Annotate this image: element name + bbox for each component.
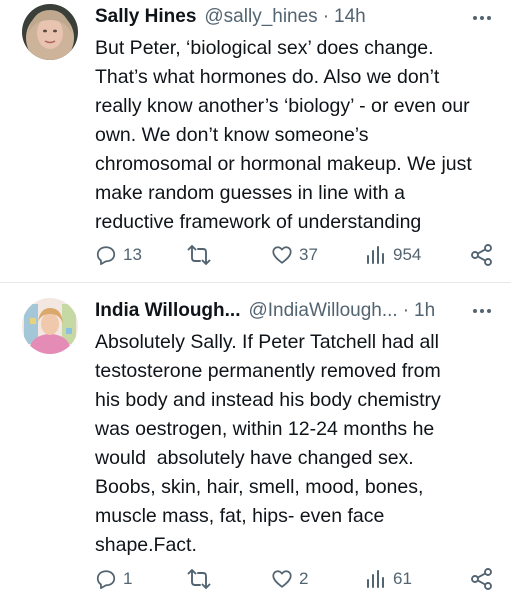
retweet-icon: [187, 245, 211, 265]
text-line: chromosomal or hormonal makeup. We just: [95, 153, 472, 175]
text-line: But Peter, ‘biological sex’ does change.: [95, 37, 434, 59]
more-options-button[interactable]: [471, 7, 493, 29]
text-line: would absolutely have changed sex.: [95, 447, 414, 469]
retweet-button[interactable]: [187, 242, 217, 268]
text-line: make random guesses in line with a: [95, 182, 405, 204]
more-dots-icon: [473, 16, 491, 20]
views-button[interactable]: 954: [365, 242, 421, 268]
text-line: shape.Fact.: [95, 534, 197, 556]
views-button[interactable]: 61: [365, 566, 412, 592]
reply-bubble-icon: [96, 246, 116, 266]
tweet-actions: 1 2 61: [0, 566, 511, 592]
like-button[interactable]: 37: [271, 242, 318, 268]
text-line: testosterone permanently removed from: [95, 360, 441, 382]
views-chart-icon: [367, 570, 384, 588]
heart-icon: [272, 246, 292, 264]
text-line: was oestrogen, within 12-24 months he: [95, 418, 435, 440]
text-line: Absolutely Sally. If Peter Tatchell had …: [95, 331, 439, 353]
views-count: 954: [393, 245, 422, 264]
views-count: 61: [393, 569, 412, 588]
like-count: 37: [299, 245, 318, 264]
reply-count: 1: [123, 569, 133, 588]
retweet-button[interactable]: [187, 566, 217, 592]
retweet-icon: [187, 569, 211, 589]
text-line: muscle mass, fat, hips- even face: [95, 505, 385, 527]
tweet-text: But Peter, ‘biological sex’ does change.…: [95, 34, 495, 237]
tweet-header: India Willough... @IndiaWillough... · 1h: [95, 298, 435, 324]
text-line: own. We don’t know someone’s: [95, 124, 369, 146]
share-button[interactable]: [470, 566, 494, 592]
share-button[interactable]: [470, 242, 494, 268]
avatar[interactable]: [22, 4, 78, 60]
views-chart-icon: [367, 246, 384, 264]
reply-button[interactable]: 13: [95, 242, 142, 268]
heart-icon: [272, 570, 292, 588]
separator-dot: ·: [402, 300, 410, 321]
text-line: really know another’s ‘biology’ - or eve…: [95, 95, 470, 117]
text-line: his body and instead his body chemistry: [95, 389, 441, 411]
reply-bubble-icon: [96, 570, 116, 590]
tweet-text: Absolutely Sally. If Peter Tatchell had …: [95, 328, 495, 560]
author-handle[interactable]: @IndiaWillough...: [248, 300, 397, 322]
more-dots-icon: [473, 309, 491, 313]
author-name[interactable]: India Willough...: [95, 300, 240, 322]
tweet-header: Sally Hines @sally_hines · 14h: [95, 4, 366, 30]
author-name[interactable]: Sally Hines: [95, 6, 196, 28]
tweet-actions: 13 37 954: [0, 242, 511, 268]
like-count: 2: [299, 569, 309, 588]
separator-dot: ·: [322, 6, 330, 27]
reply-button[interactable]: 1: [95, 566, 132, 592]
text-line: Boobs, skin, hair, smell, mood, bones,: [95, 476, 424, 498]
share-icon: [471, 568, 492, 590]
timestamp[interactable]: 1h: [414, 300, 435, 322]
more-options-button[interactable]: [471, 300, 493, 322]
like-button[interactable]: 2: [271, 566, 308, 592]
text-line: reductive framework of understanding: [95, 211, 422, 233]
share-icon: [471, 244, 492, 266]
reply-count: 13: [123, 245, 142, 264]
author-handle[interactable]: @sally_hines: [204, 6, 317, 28]
avatar[interactable]: [22, 298, 78, 354]
timestamp[interactable]: 14h: [334, 6, 366, 28]
text-line: That’s what hormones do. Also we don’t: [95, 66, 440, 88]
